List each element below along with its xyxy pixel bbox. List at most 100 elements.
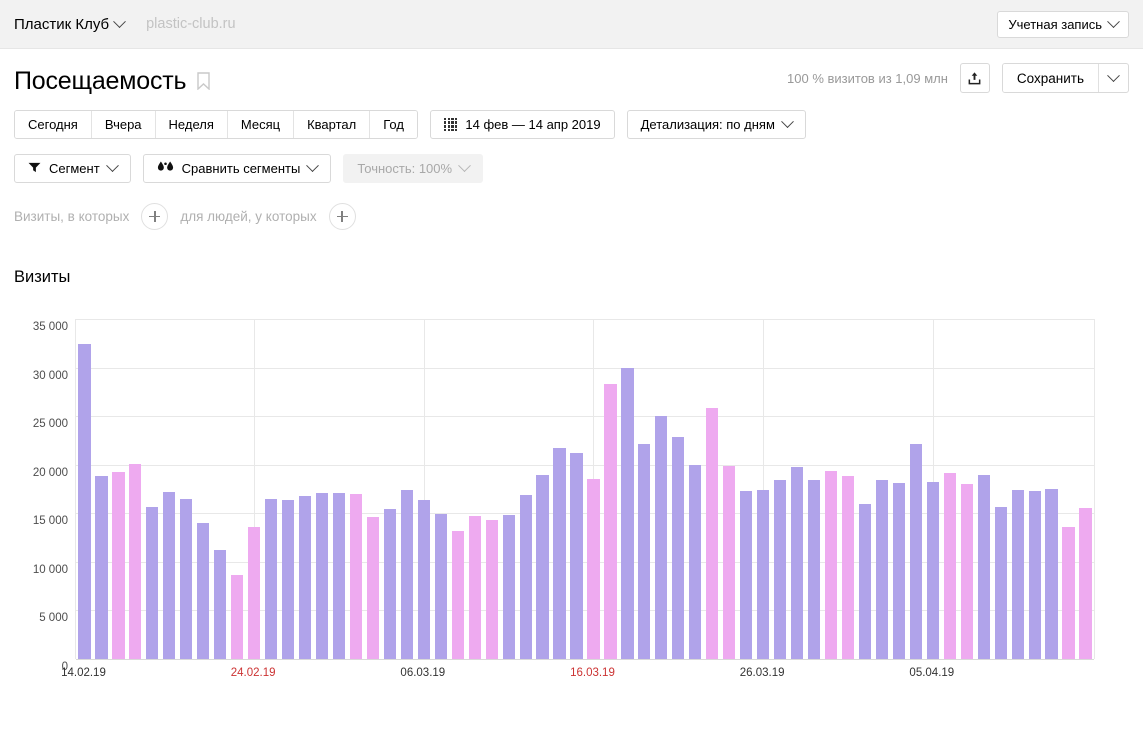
- period-button-today[interactable]: Сегодня: [15, 111, 92, 138]
- chart-bar[interactable]: [281, 499, 295, 659]
- segment-label: Сегмент: [49, 161, 100, 176]
- chart-bar[interactable]: [706, 408, 719, 659]
- date-range-label: 14 фев — 14 апр 2019: [465, 117, 601, 132]
- chart-y-tick-label: 35 000: [32, 321, 68, 333]
- chevron-down-icon: [1107, 68, 1120, 82]
- detail-level-dropdown[interactable]: Детализация: по дням: [626, 110, 806, 139]
- chart-bar[interactable]: [723, 465, 736, 659]
- period-button-year[interactable]: Год: [370, 111, 417, 138]
- compare-segments-dropdown[interactable]: Сравнить сегменты: [142, 154, 332, 183]
- chart-bar[interactable]: [146, 506, 159, 659]
- chart-bar[interactable]: [315, 492, 329, 659]
- chart-bar[interactable]: [740, 490, 753, 659]
- page-title: Посещаемость: [14, 67, 187, 95]
- chart-bar[interactable]: [790, 466, 804, 659]
- chart-bar[interactable]: [892, 483, 905, 659]
- chart-bar[interactable]: [689, 464, 702, 659]
- detail-level-label: Детализация: по дням: [640, 117, 775, 132]
- chart-bar[interactable]: [570, 453, 583, 659]
- chart-bar[interactable]: [926, 482, 939, 659]
- chart-bar[interactable]: [672, 436, 685, 659]
- chart-bar[interactable]: [248, 526, 261, 659]
- save-button[interactable]: Сохранить: [1002, 64, 1098, 92]
- chart-bar[interactable]: [434, 514, 447, 659]
- segment-dropdown[interactable]: Сегмент: [14, 154, 131, 183]
- chart-bar[interactable]: [909, 444, 922, 659]
- chart-bar[interactable]: [417, 499, 430, 659]
- chart-bar[interactable]: [95, 476, 108, 659]
- chart-bar[interactable]: [298, 495, 312, 659]
- chart-bar[interactable]: [502, 515, 515, 659]
- add-visits-filter-button[interactable]: [141, 203, 169, 230]
- chart-bar[interactable]: [638, 444, 651, 659]
- share-upload-icon[interactable]: [959, 63, 990, 93]
- chart-bar[interactable]: [1062, 526, 1075, 659]
- period-button-week[interactable]: Неделя: [155, 111, 228, 138]
- save-dropdown-button[interactable]: [1098, 64, 1128, 92]
- site-switcher[interactable]: Пластик Клуб: [14, 14, 126, 33]
- chart-bar[interactable]: [774, 480, 787, 659]
- chart-bar[interactable]: [197, 523, 210, 659]
- chart-bar[interactable]: [1011, 489, 1024, 659]
- chart-bar[interactable]: [180, 498, 193, 659]
- chart-bar[interactable]: [1045, 489, 1058, 659]
- period-button-quarter[interactable]: Квартал: [294, 111, 371, 138]
- chart-x-tick-label: 14.02.19: [61, 667, 106, 679]
- chart-x-tick-label: 06.03.19: [400, 667, 446, 679]
- chart-y-tick-label: 20 000: [32, 466, 68, 479]
- chart-bar[interactable]: [960, 484, 973, 659]
- visits-chart: 0 5 000 10 000 15 000 20 000 25 000 30 000 35 0…: [0, 311, 1143, 691]
- bookmark-icon[interactable]: [197, 71, 211, 95]
- chevron-down-icon: [306, 159, 320, 173]
- chart-y-tick-label: 0: [61, 661, 68, 673]
- chart-bar[interactable]: [621, 367, 634, 659]
- chart-bar[interactable]: [875, 480, 888, 659]
- chart-y-tick-label: 15 000: [32, 515, 68, 528]
- calendar-grid-icon: [443, 117, 458, 132]
- period-button-month[interactable]: Месяц: [227, 111, 295, 138]
- chart-bar[interactable]: [112, 471, 125, 659]
- chart-bar[interactable]: [858, 503, 872, 659]
- chart-bar[interactable]: [757, 489, 770, 659]
- site-url[interactable]: plastic-club.ru: [146, 16, 235, 32]
- period-button-yesterday[interactable]: Вчера: [91, 111, 156, 138]
- chart-bar[interactable]: [943, 472, 956, 659]
- chart-bar[interactable]: [468, 516, 481, 659]
- accuracy-dropdown[interactable]: Точность: 100%: [343, 154, 484, 183]
- chart-bar[interactable]: [366, 517, 379, 659]
- chart-bar[interactable]: [994, 506, 1007, 659]
- chart-x-tick-label: 16.03.19: [570, 667, 615, 679]
- chart-bar[interactable]: [265, 498, 278, 659]
- chart-bar[interactable]: [824, 470, 838, 659]
- chart-bar[interactable]: [129, 463, 142, 659]
- chart-bar[interactable]: [78, 344, 91, 659]
- chevron-down-icon: [781, 115, 794, 129]
- chart-bar[interactable]: [553, 448, 566, 659]
- chart-bar[interactable]: [485, 520, 498, 659]
- chart-bar[interactable]: [536, 475, 549, 659]
- chart-bar[interactable]: [332, 492, 346, 659]
- account-button[interactable]: Учетная запись: [997, 11, 1129, 38]
- date-range-picker[interactable]: 14 фев — 14 апр 2019: [429, 110, 615, 139]
- filters-row: Визиты, в которых для людей, у которых: [0, 183, 1143, 230]
- chart-bar[interactable]: [1028, 490, 1041, 659]
- chart-y-tick-label: 30 000: [32, 369, 68, 382]
- chart-bar[interactable]: [587, 479, 600, 659]
- chart-bar[interactable]: [400, 489, 413, 659]
- chart-bar[interactable]: [383, 509, 396, 659]
- chart-bar[interactable]: [231, 575, 244, 659]
- add-people-filter-button[interactable]: [328, 203, 356, 230]
- chart-bar[interactable]: [451, 530, 464, 659]
- chart-bar[interactable]: [604, 384, 617, 659]
- chart-bar[interactable]: [1079, 508, 1092, 659]
- chart-bar[interactable]: [519, 494, 532, 659]
- chart-bar[interactable]: [977, 475, 990, 659]
- chart-bar[interactable]: [214, 550, 227, 659]
- site-name-label: Пластик Клуб: [14, 15, 110, 33]
- chart-bar[interactable]: [349, 493, 363, 659]
- chevron-down-icon: [1107, 15, 1120, 29]
- chart-bar[interactable]: [841, 476, 855, 659]
- chart-bar[interactable]: [163, 491, 176, 659]
- chart-bar[interactable]: [655, 416, 668, 659]
- chart-bar[interactable]: [807, 480, 821, 659]
